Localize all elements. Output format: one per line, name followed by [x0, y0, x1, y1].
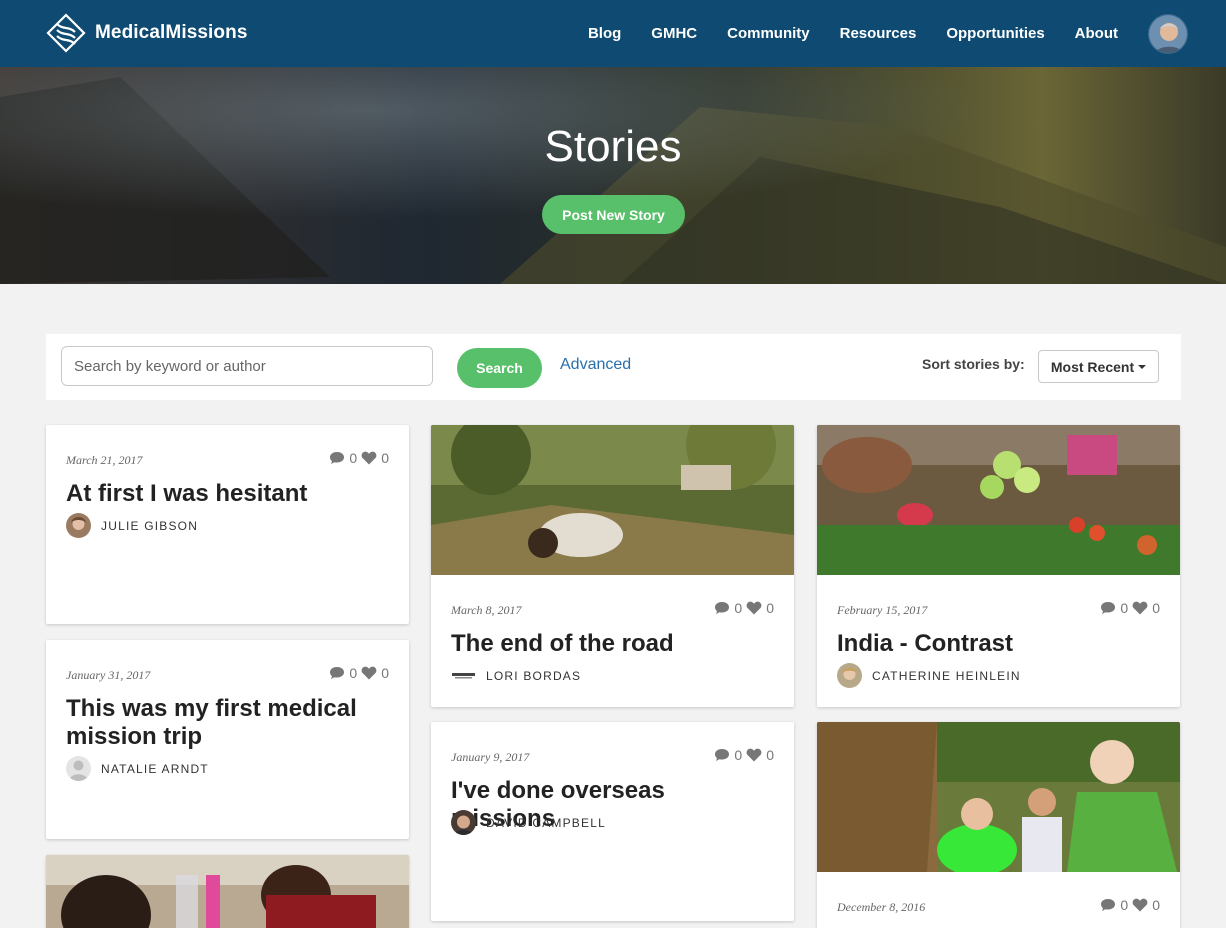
comment-icon: [715, 602, 730, 614]
author-avatar: [451, 663, 476, 688]
story-author[interactable]: LORI BORDAS: [451, 663, 581, 688]
comment-icon: [330, 667, 345, 679]
comment-count: 0: [349, 665, 358, 681]
story-date: March 8, 2017: [451, 603, 522, 617]
nav-link-gmhc[interactable]: GMHC: [651, 25, 697, 42]
advanced-search-link[interactable]: Advanced: [560, 356, 631, 374]
sort-label: Sort stories by:: [922, 356, 1025, 372]
story-title[interactable]: India - Contrast: [837, 630, 1160, 658]
story-card[interactable]: [46, 855, 409, 928]
story-image: [817, 425, 1180, 575]
sort-value: Most Recent: [1050, 358, 1135, 375]
nav-link-blog[interactable]: Blog: [588, 25, 621, 42]
like-count: 0: [381, 450, 389, 466]
story-title[interactable]: This was my first medical mission trip: [66, 695, 389, 751]
story-stats: 0 0: [714, 600, 774, 616]
brand-name: MedicalMissions: [95, 22, 248, 43]
nav-link-about[interactable]: About: [1075, 25, 1118, 42]
story-image: [817, 722, 1180, 872]
nav-links: Blog GMHC Community Resources Opportunit…: [588, 0, 1226, 67]
sort-dropdown[interactable]: Most Recent: [1038, 350, 1159, 383]
search-toolbar: Search Advanced Sort stories by: Most Re…: [46, 334, 1181, 400]
story-title[interactable]: At first I was hesitant: [66, 480, 389, 508]
story-date: January 31, 2017: [66, 668, 151, 682]
comment-count: 0: [1120, 600, 1129, 616]
comment-count: 0: [734, 600, 743, 616]
story-author[interactable]: JULIE GIBSON: [66, 513, 198, 538]
post-new-story-button[interactable]: Post New Story: [542, 195, 685, 234]
story-date: March 21, 2017: [66, 453, 143, 467]
like-count: 0: [1152, 600, 1160, 616]
comment-icon: [330, 452, 345, 464]
story-card[interactable]: December 8, 2016 0 0: [817, 722, 1180, 928]
author-name: NATALIE ARNDT: [101, 761, 209, 776]
story-card[interactable]: March 21, 2017 0 0 At first I was hesita…: [46, 425, 409, 624]
author-avatar: [837, 663, 862, 688]
comment-icon: [715, 749, 730, 761]
hero-banner: Stories Post New Story: [0, 67, 1226, 284]
heart-icon[interactable]: [361, 451, 377, 465]
comment-count: 0: [349, 450, 358, 466]
author-name: CATHERINE HEINLEIN: [872, 668, 1021, 683]
heart-icon[interactable]: [746, 601, 762, 615]
story-author[interactable]: NATALIE ARNDT: [66, 756, 209, 781]
heart-icon[interactable]: [1132, 601, 1148, 615]
page-title: Stories: [544, 122, 682, 171]
story-date: January 9, 2017: [451, 750, 530, 764]
story-image: [431, 425, 794, 575]
story-stats: 0 0: [1100, 600, 1160, 616]
author-name: LORI BORDAS: [486, 668, 582, 683]
like-count: 0: [1152, 897, 1160, 913]
story-stats: 0 0: [329, 665, 389, 681]
story-author[interactable]: DAVID CAMPBELL: [451, 810, 606, 835]
story-card[interactable]: February 15, 2017 0 0 India - Contrast C…: [817, 425, 1180, 707]
user-avatar[interactable]: [1148, 13, 1188, 54]
comment-count: 0: [1120, 897, 1129, 913]
story-date: December 8, 2016: [837, 900, 926, 914]
heart-icon[interactable]: [361, 666, 377, 680]
story-stats: 0 0: [329, 450, 389, 466]
author-avatar: [66, 513, 91, 538]
comment-icon: [1101, 602, 1116, 614]
author-avatar: [451, 810, 476, 835]
heart-icon[interactable]: [1132, 898, 1148, 912]
comment-count: 0: [734, 747, 743, 763]
story-image: [46, 855, 409, 928]
top-navbar: MedicalMissions Blog GMHC Community Reso…: [0, 0, 1226, 67]
hero-mountain-image: [0, 67, 1226, 284]
author-avatar: [66, 756, 91, 781]
author-name: DAVID CAMPBELL: [486, 815, 606, 830]
story-stats: 0 0: [714, 747, 774, 763]
like-count: 0: [766, 747, 774, 763]
story-card[interactable]: January 31, 2017 0 0 This was my first m…: [46, 640, 409, 839]
nav-link-community[interactable]: Community: [727, 25, 810, 42]
story-card[interactable]: January 9, 2017 0 0 I've done overseas m…: [431, 722, 794, 921]
story-author[interactable]: CATHERINE HEINLEIN: [837, 663, 1021, 688]
story-stats: 0 0: [1100, 897, 1160, 913]
comment-icon: [1101, 899, 1116, 911]
author-name: JULIE GIBSON: [101, 518, 199, 533]
heart-icon[interactable]: [746, 748, 762, 762]
like-count: 0: [766, 600, 774, 616]
story-card[interactable]: March 8, 2017 0 0 The end of the road LO…: [431, 425, 794, 707]
like-count: 0: [381, 665, 389, 681]
user-avatar-image: [1149, 14, 1187, 53]
search-input[interactable]: [61, 346, 433, 386]
brand-logo[interactable]: MedicalMissions: [45, 12, 248, 54]
nav-link-resources[interactable]: Resources: [840, 25, 917, 42]
medical-missions-logo-icon: [46, 13, 86, 53]
story-date: February 15, 2017: [837, 603, 928, 617]
nav-link-opportunities[interactable]: Opportunities: [946, 25, 1044, 42]
search-button[interactable]: Search: [457, 348, 542, 388]
caret-down-icon: [1138, 364, 1147, 369]
story-title[interactable]: The end of the road: [451, 630, 774, 658]
